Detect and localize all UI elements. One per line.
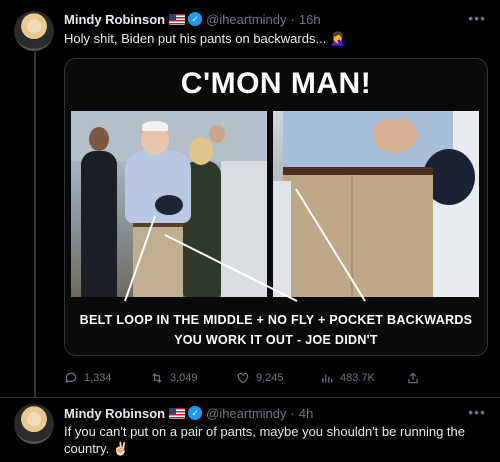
tweet-text-body: Holy shit, Biden put his pants on backwa… [64,31,330,46]
reply-count: 1,334 [84,372,112,384]
author-handle[interactable]: @iheartmindy [206,406,286,421]
heart-icon [237,373,249,384]
reply-button[interactable]: 1,334 [64,371,112,385]
media-caption-line1: BELT LOOP IN THE MIDDLE + NO FLY + POCKE… [79,313,473,327]
avatar[interactable] [14,11,54,51]
more-icon[interactable]: ••• [468,404,486,420]
avatar[interactable] [14,404,54,444]
tweet-media-image[interactable]: C'MON MAN! BELT LOOP IN THE MIDDLE + NO … [64,58,488,356]
annotation-pointers [124,188,366,302]
us-flag-icon [169,13,186,25]
separator-dot: · [290,405,295,421]
tweet-header: Mindy Robinson ✓ @iheartmindy · 16h [64,10,321,28]
like-count: 9,245 [256,372,284,384]
tweet-text: Holy shit, Biden put his pants on backwa… [64,30,486,47]
views-button[interactable]: 483.7K [320,371,375,385]
tweet-header: Mindy Robinson ✓ @iheartmindy · 4h [64,404,313,422]
retweet-button[interactable]: 3,049 [150,371,198,385]
tweet-text: If you can't put on a pair of pants, may… [64,423,486,457]
retweet-count: 3,049 [170,372,198,384]
view-count: 483.7K [340,372,375,384]
like-button[interactable]: 9,245 [236,371,284,385]
separator-dot: · [290,11,295,27]
tweet[interactable]: Mindy Robinson ✓ @iheartmindy · 16h ••• … [0,0,500,398]
tweet-time[interactable]: 16h [299,12,321,27]
tweet-time[interactable]: 4h [299,406,313,421]
views-icon [322,374,333,383]
facepalm-emoji: 🤦‍♀️ [329,31,347,46]
author-name[interactable]: Mindy Robinson [64,12,165,27]
us-flag-icon [169,407,186,419]
author-handle[interactable]: @iheartmindy [206,12,286,27]
author-name[interactable]: Mindy Robinson [64,406,165,421]
tweet[interactable]: Mindy Robinson ✓ @iheartmindy · 4h ••• I… [0,398,500,462]
tweet-actions: 1,334 3,049 9,245 483.7K [64,370,484,386]
more-icon[interactable]: ••• [468,10,486,26]
verified-badge-icon: ✓ [188,406,203,420]
reply-icon [65,372,77,384]
victory-hand-emoji: ✌🏻 [112,441,130,456]
share-button[interactable] [406,371,426,385]
thread-connector-line [34,52,36,398]
share-icon [408,372,418,384]
verified-badge-icon: ✓ [188,12,203,26]
retweet-icon [152,373,162,383]
media-caption-line2: YOU WORK IT OUT - JOE DIDN'T [174,333,378,347]
